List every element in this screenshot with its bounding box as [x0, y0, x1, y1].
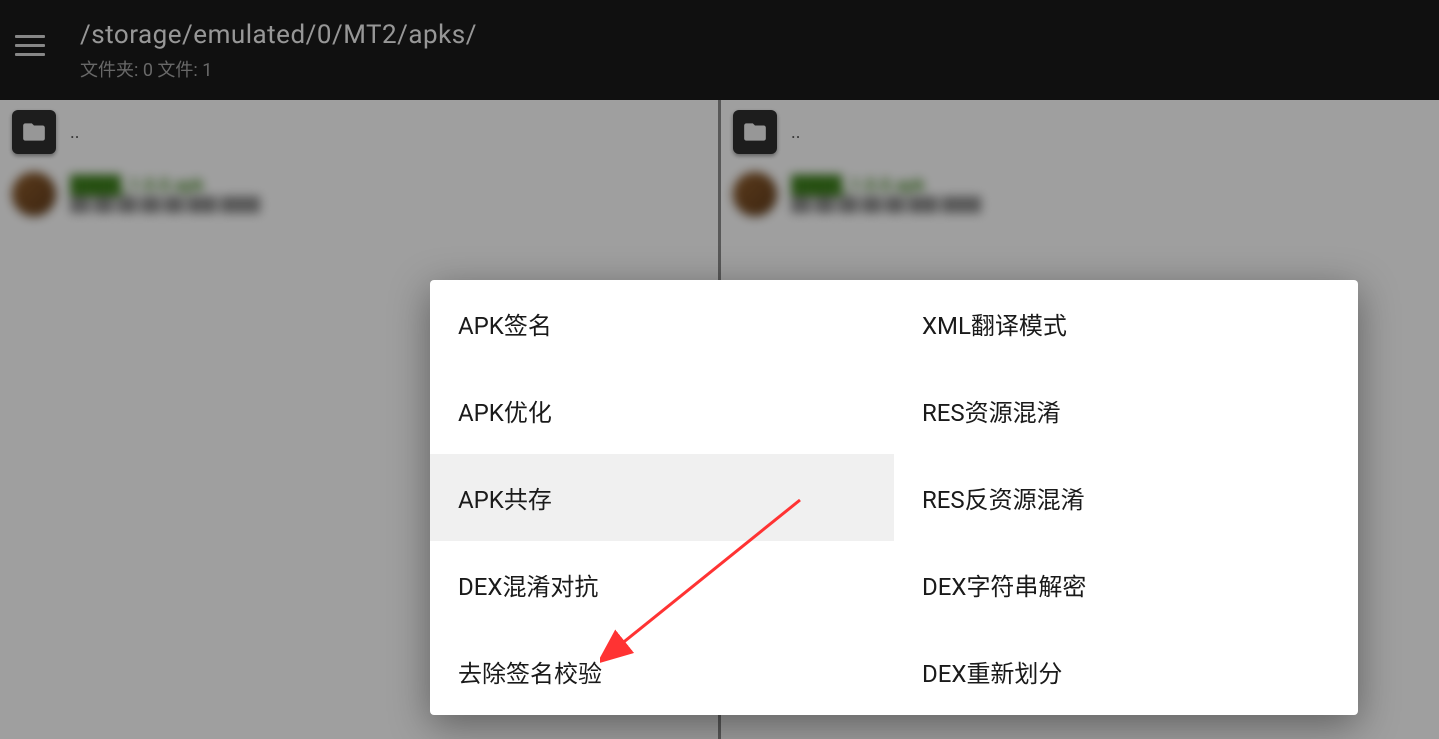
header-text: /storage/emulated/0/MT2/apks/ 文件夹: 0 文件:… — [80, 20, 477, 82]
file-meta: ██-██-██ ██:██ ███ ████ — [791, 196, 981, 213]
apk-icon — [733, 172, 777, 216]
file-info: ████_1.0.0.apk ██-██-██ ██:██ ███ ████ — [70, 175, 260, 213]
menu-apk-sign[interactable]: APK签名 — [430, 280, 894, 367]
menu-right-column: XML翻译模式 RES资源混淆 RES反资源混淆 DEX字符串解密 DEX重新划… — [894, 280, 1358, 715]
parent-dir-label: .. — [791, 122, 801, 143]
menu-res-deobfuscate[interactable]: RES反资源混淆 — [894, 454, 1358, 541]
file-name: ████_1.0.0.apk — [791, 175, 981, 196]
menu-left-column: APK签名 APK优化 APK共存 DEX混淆对抗 去除签名校验 — [430, 280, 894, 715]
context-menu-dialog: APK签名 APK优化 APK共存 DEX混淆对抗 去除签名校验 XML翻译模式… — [430, 280, 1358, 715]
menu-dex-repartition[interactable]: DEX重新划分 — [894, 628, 1358, 715]
file-row[interactable]: ████_1.0.0.apk ██-██-██ ██:██ ███ ████ — [0, 164, 718, 224]
menu-dex-obfuscate[interactable]: DEX混淆对抗 — [430, 541, 894, 628]
folder-stats: 文件夹: 0 文件: 1 — [80, 56, 477, 82]
menu-icon[interactable] — [15, 25, 55, 65]
file-row[interactable]: ████_1.0.0.apk ██-██-██ ██:██ ███ ████ — [721, 164, 1439, 224]
current-path: /storage/emulated/0/MT2/apks/ — [80, 20, 477, 50]
parent-dir-row[interactable]: .. — [721, 100, 1439, 164]
app-header: /storage/emulated/0/MT2/apks/ 文件夹: 0 文件:… — [0, 0, 1439, 100]
parent-dir-row[interactable]: .. — [0, 100, 718, 164]
menu-xml-translate[interactable]: XML翻译模式 — [894, 280, 1358, 367]
file-name: ████_1.0.0.apk — [70, 175, 260, 196]
menu-apk-optimize[interactable]: APK优化 — [430, 367, 894, 454]
menu-apk-coexist[interactable]: APK共存 — [430, 454, 894, 541]
apk-icon — [12, 172, 56, 216]
file-meta: ██-██-██ ██:██ ███ ████ — [70, 196, 260, 213]
menu-res-obfuscate[interactable]: RES资源混淆 — [894, 367, 1358, 454]
folder-icon — [733, 110, 777, 154]
menu-dex-string-decrypt[interactable]: DEX字符串解密 — [894, 541, 1358, 628]
file-info: ████_1.0.0.apk ██-██-██ ██:██ ███ ████ — [791, 175, 981, 213]
menu-remove-signature-check[interactable]: 去除签名校验 — [430, 628, 894, 715]
folder-icon — [12, 110, 56, 154]
parent-dir-label: .. — [70, 122, 80, 143]
